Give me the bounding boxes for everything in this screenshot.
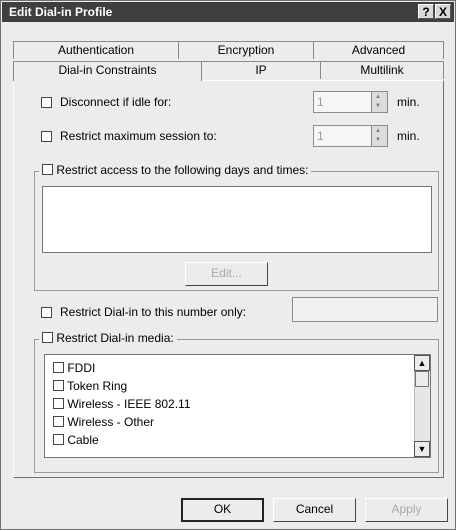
restrict-media-label: Restrict Dial-in media:: [56, 331, 174, 345]
session-minutes-spinner[interactable]: 1 ▲ ▼: [313, 125, 388, 147]
restrict-number-checkbox[interactable]: [41, 307, 52, 318]
dial-in-constraints-panel: Disconnect if idle for: 1 ▲ ▼ min. Restri…: [13, 80, 444, 478]
tab-multilink[interactable]: Multilink: [320, 61, 444, 79]
restrict-session-label: Restrict maximum session to:: [60, 129, 217, 143]
media-item-label: FDDI: [67, 361, 96, 375]
media-list[interactable]: ▲ ▼ FDDI Token Ring Wireless - IEEE 802.…: [44, 354, 431, 458]
list-item[interactable]: Wireless - IEEE 802.11: [53, 397, 191, 411]
list-item[interactable]: Wireless - Other: [53, 415, 154, 429]
tab-encryption[interactable]: Encryption: [178, 41, 314, 59]
list-item[interactable]: Cable: [53, 433, 99, 447]
media-group-label: Restrict Dial-in media:: [39, 331, 177, 345]
session-unit-label: min.: [397, 129, 420, 143]
restrict-media-checkbox[interactable]: [42, 332, 53, 343]
media-wireless-80211-checkbox[interactable]: [53, 398, 64, 409]
media-fddi-checkbox[interactable]: [53, 362, 64, 373]
media-item-label: Wireless - IEEE 802.11: [67, 397, 191, 411]
apply-button[interactable]: Apply: [365, 498, 448, 522]
idle-minutes-spinner[interactable]: 1 ▲ ▼: [313, 91, 388, 113]
idle-unit-label: min.: [397, 95, 420, 109]
close-button[interactable]: X: [435, 4, 451, 19]
session-minutes-value: 1: [317, 129, 324, 143]
edit-times-button[interactable]: Edit...: [185, 262, 268, 286]
scroll-up-arrow[interactable]: ▲: [414, 355, 430, 371]
idle-spin-arrows[interactable]: ▲ ▼: [371, 92, 387, 112]
list-item[interactable]: Token Ring: [53, 379, 127, 393]
media-item-label: Cable: [67, 433, 99, 447]
restrict-number-label: Restrict Dial-in to this number only:: [60, 305, 247, 319]
restrict-times-checkbox[interactable]: [42, 164, 53, 175]
media-token-ring-checkbox[interactable]: [53, 380, 64, 391]
tab-dial-in-constraints[interactable]: Dial-in Constraints: [13, 61, 202, 81]
help-button[interactable]: ?: [418, 4, 434, 19]
restrict-times-label: Restrict access to the following days an…: [56, 163, 309, 177]
window-title: Edit Dial-in Profile: [9, 5, 113, 19]
media-item-label: Wireless - Other: [67, 415, 155, 429]
cancel-button[interactable]: Cancel: [273, 498, 356, 522]
disconnect-idle-label: Disconnect if idle for:: [60, 95, 172, 109]
media-group: ▲ ▼ FDDI Token Ring Wireless - IEEE 802.…: [34, 339, 439, 473]
title-bar: Edit Dial-in Profile ? X: [2, 2, 454, 22]
disconnect-idle-checkbox[interactable]: [41, 97, 52, 108]
days-times-group-label: Restrict access to the following days an…: [39, 163, 312, 177]
tab-advanced[interactable]: Advanced: [313, 41, 444, 59]
restrict-number-input[interactable]: [292, 297, 438, 322]
tab-authentication[interactable]: Authentication: [13, 41, 179, 59]
session-spin-arrows[interactable]: ▲ ▼: [371, 126, 387, 146]
media-item-label: Token Ring: [67, 379, 128, 393]
dialog-window: Edit Dial-in Profile ? X Authentication …: [0, 0, 456, 530]
scroll-down-arrow[interactable]: ▼: [414, 441, 430, 457]
days-times-list[interactable]: [42, 186, 432, 253]
list-item[interactable]: FDDI: [53, 361, 95, 375]
idle-minutes-value: 1: [317, 95, 324, 109]
days-times-group: Edit...: [34, 171, 439, 291]
tab-ip[interactable]: IP: [201, 61, 321, 79]
scrollbar-track[interactable]: [414, 371, 430, 441]
scrollbar-thumb[interactable]: [415, 371, 429, 387]
media-cable-checkbox[interactable]: [53, 434, 64, 445]
ok-button[interactable]: OK: [181, 498, 264, 522]
restrict-session-checkbox[interactable]: [41, 131, 52, 142]
media-wireless-other-checkbox[interactable]: [53, 416, 64, 427]
